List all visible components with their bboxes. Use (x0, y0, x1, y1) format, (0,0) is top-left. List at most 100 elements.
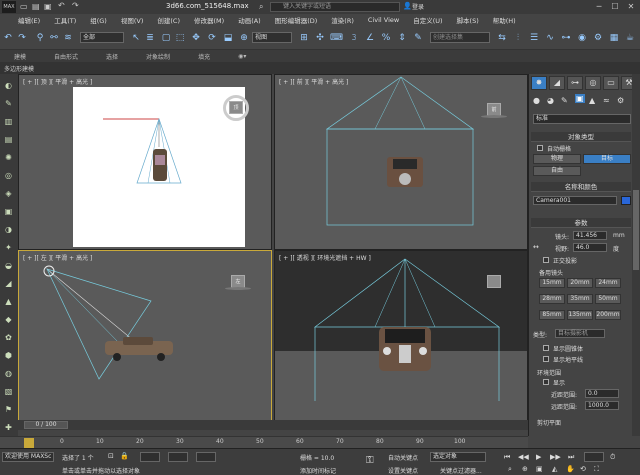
zoom-all-icon[interactable]: ⊕ (522, 465, 528, 473)
align-icon[interactable]: ⫶ (512, 32, 524, 44)
menu-edit[interactable]: 编辑(E) (18, 15, 40, 25)
layer-explorer-icon[interactable]: ☰ (528, 32, 540, 44)
menu-group[interactable]: 组(G) (90, 15, 107, 25)
redo-icon[interactable]: ↷ (16, 32, 28, 44)
time-slider[interactable]: 0 / 100 (18, 420, 528, 430)
user-icon[interactable]: 👤 (403, 2, 412, 10)
previous-frame-icon[interactable]: ◀◀ (518, 453, 529, 461)
add-time-tag[interactable]: 添加时间标记 (300, 466, 336, 475)
target-camera-button[interactable]: 目标 (583, 154, 631, 164)
tool-icon-8[interactable]: ▣ (2, 206, 15, 218)
new-icon[interactable]: ▭ (20, 2, 28, 11)
app-logo-icon[interactable]: MAX (2, 1, 16, 13)
lens-24mm-button[interactable]: 24mm (595, 278, 621, 288)
isolate-selection-icon[interactable]: ⊡ (108, 452, 114, 460)
place-icon[interactable]: ⊕ (238, 32, 250, 44)
select-manipulate-icon[interactable]: ✣ (314, 32, 326, 44)
tool-icon-12[interactable]: ◢ (2, 278, 15, 290)
set-key-button[interactable]: 设置关键点 (388, 466, 418, 475)
create-tab-icon[interactable]: ✸ (531, 76, 547, 90)
show-range-checkbox[interactable] (543, 379, 549, 385)
viewport-left[interactable]: [ + ][ 左 ][ 平滑 + 高光 ] 左 (18, 250, 272, 422)
tool-icon-16[interactable]: ⬢ (2, 350, 15, 362)
menu-views[interactable]: 视图(V) (121, 15, 144, 25)
track-bar[interactable]: 0 10 20 30 40 50 60 70 80 90 100 (0, 436, 528, 448)
lens-50mm-button[interactable]: 50mm (595, 294, 621, 304)
render-frame-icon[interactable]: ▦ (608, 32, 620, 44)
current-frame-input[interactable] (584, 452, 604, 462)
ribbon-tab-selection[interactable]: 选择 (106, 52, 118, 61)
tool-icon-13[interactable]: ▲ (2, 296, 15, 308)
orbit-icon[interactable]: ⟲ (580, 465, 586, 473)
redo-icon[interactable]: ↷ (72, 1, 79, 10)
tool-icon-6[interactable]: ◎ (2, 170, 15, 182)
y-coord-input[interactable] (168, 452, 188, 462)
tool-icon-1[interactable]: ◐ (2, 80, 15, 92)
window-crossing-icon[interactable]: ⬚ (174, 32, 186, 44)
physical-camera-button[interactable]: 物理 (533, 154, 581, 164)
go-to-end-icon[interactable]: ⏭ (568, 453, 574, 462)
select-move-icon[interactable]: ✥ (190, 32, 202, 44)
render-setup-icon[interactable]: ⚙ (592, 32, 604, 44)
pan-icon[interactable]: ✋ (566, 465, 575, 473)
play-icon[interactable]: ▶ (536, 453, 541, 461)
tool-icon-10[interactable]: ✦ (2, 242, 15, 254)
named-selection-set-input[interactable]: 创建选择集 (430, 32, 490, 43)
tool-icon-7[interactable]: ◈ (2, 188, 15, 200)
lens-28mm-button[interactable]: 28mm (539, 294, 565, 304)
x-coord-input[interactable] (140, 452, 160, 462)
tool-icon-17[interactable]: ◍ (2, 368, 15, 380)
percent-snap-icon[interactable]: % (380, 32, 392, 44)
snaps-toggle-icon[interactable]: 𝟹 (348, 32, 360, 44)
login-link[interactable]: 登录 (412, 2, 424, 11)
zoom-icon[interactable]: ⌕ (508, 465, 512, 474)
track-bar-toggle-icon[interactable] (24, 438, 34, 448)
tool-icon-2[interactable]: ✎ (2, 98, 15, 110)
time-config-icon[interactable]: ⏱ (610, 453, 615, 462)
link-icon[interactable]: ⚲ (34, 32, 46, 44)
spacewarps-icon[interactable]: ≈ (603, 96, 610, 105)
pivot-center-icon[interactable]: ⊞ (298, 32, 310, 44)
tool-icon-14[interactable]: ◆ (2, 314, 15, 326)
go-to-start-icon[interactable]: ⏮ (504, 453, 510, 462)
lens-85mm-button[interactable]: 85mm (539, 310, 565, 320)
object-color-swatch[interactable] (621, 196, 631, 205)
key-mode-select[interactable]: 选定对象 (430, 452, 486, 462)
viewcube[interactable] (487, 275, 501, 288)
select-rotate-icon[interactable]: ⟳ (206, 32, 218, 44)
hierarchy-tab-icon[interactable]: ⊶ (567, 76, 583, 90)
menu-graph-editors[interactable]: 图形编辑器(D) (275, 15, 318, 25)
angle-snap-icon[interactable]: ∠ (364, 32, 376, 44)
auto-key-button[interactable]: 自动关键点 (388, 453, 418, 462)
auto-grid-checkbox[interactable] (537, 145, 543, 151)
bind-spacewarp-icon[interactable]: ≋ (62, 32, 74, 44)
lens-input[interactable]: 41.456 (573, 231, 607, 240)
keyboard-shortcut-icon[interactable]: ⌨ (330, 32, 343, 44)
maximize-viewport-icon[interactable]: ⛶ (594, 465, 599, 474)
lens-135mm-button[interactable]: 135mm (567, 310, 593, 320)
viewcube-ring[interactable] (481, 115, 507, 118)
shapes-icon[interactable]: ◕ (547, 96, 554, 105)
ribbon-tab-freeform[interactable]: 自由形式 (54, 52, 78, 61)
display-tab-icon[interactable]: ▭ (603, 76, 619, 90)
schematic-view-icon[interactable]: ⊶ (560, 32, 572, 44)
tool-icon-3[interactable]: ▥ (2, 116, 15, 128)
menu-rendering[interactable]: 渲染(R) (331, 15, 354, 25)
polygon-modeling-label[interactable]: 多边形建模 (4, 64, 34, 73)
select-scale-icon[interactable]: ⬓ (222, 32, 234, 44)
menu-civil-view[interactable]: Civil View (368, 16, 399, 24)
key-filters-button[interactable]: 关键点过滤器... (440, 466, 482, 475)
free-camera-button[interactable]: 自由 (533, 166, 581, 176)
lens-35mm-button[interactable]: 35mm (567, 294, 593, 304)
fov-input[interactable]: 46.0 (573, 243, 607, 252)
viewport-top[interactable]: [ + ][ 顶 ][ 平滑 + 高光 ] 顶 (18, 74, 272, 250)
mirror-icon[interactable]: ⇆ (496, 32, 508, 44)
menu-modifiers[interactable]: 修改器(M) (194, 15, 224, 25)
tool-icon-19[interactable]: ⚑ (2, 404, 15, 416)
field-of-view-icon[interactable]: ◭ (552, 465, 557, 473)
orthographic-checkbox[interactable] (543, 257, 549, 263)
menu-tools[interactable]: 工具(T) (54, 15, 76, 25)
lens-15mm-button[interactable]: 15mm (539, 278, 565, 288)
tool-icon-18[interactable]: ▧ (2, 386, 15, 398)
helpers-icon[interactable]: ▲ (589, 96, 595, 105)
